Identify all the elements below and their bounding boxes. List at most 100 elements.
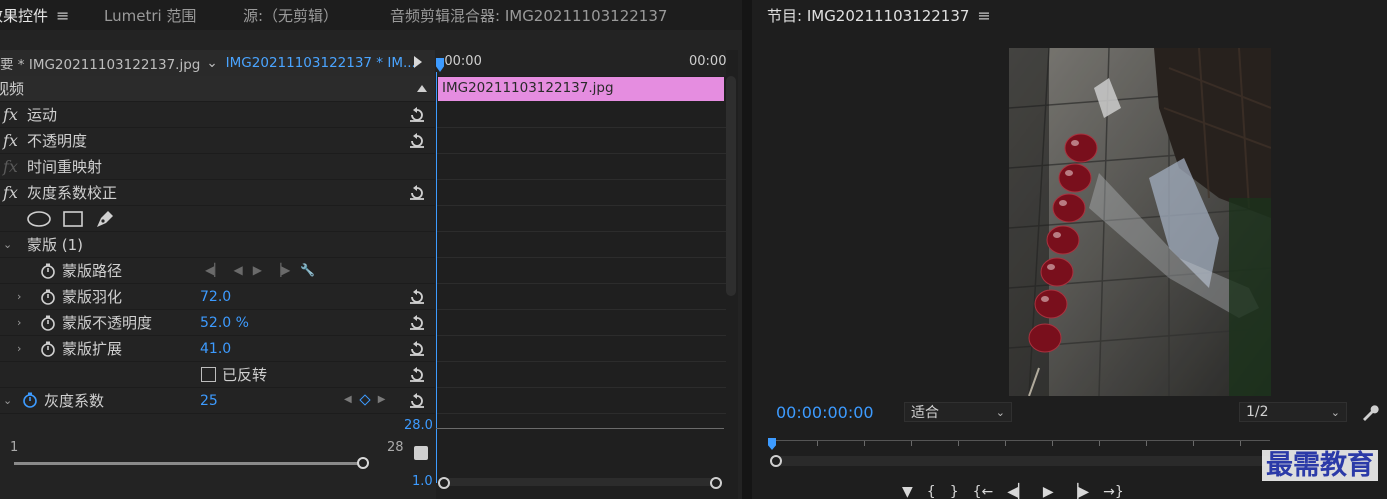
value-graph-line: [436, 428, 724, 429]
reset-icon[interactable]: [408, 340, 426, 357]
mark-in-icon[interactable]: {: [927, 484, 936, 499]
sequence-clip-label[interactable]: IMG20211103122137 * IM...: [226, 55, 416, 71]
tab-effect-controls[interactable]: 效果控件≡: [0, 5, 69, 26]
track-backward-one-icon[interactable]: ◀▏: [205, 263, 223, 277]
stopwatch-icon[interactable]: [40, 263, 56, 279]
reset-icon[interactable]: [408, 132, 426, 149]
gamma-slider-track[interactable]: [14, 462, 366, 465]
chevron-down-icon[interactable]: ⌄: [206, 55, 217, 71]
transport-controls: ▼ { } {← ◀▏ ▶ ▕▶ →}: [902, 484, 1124, 499]
play-triangle-icon[interactable]: [414, 56, 422, 68]
inverted-checkbox[interactable]: [201, 367, 216, 382]
fx-icon[interactable]: fx: [3, 183, 18, 202]
watermark-logo: 最需教育: [1262, 450, 1378, 482]
mask-group-row[interactable]: ⌄ 蒙版 (1): [0, 232, 435, 258]
zoom-handle-left[interactable]: [438, 477, 450, 489]
fx-icon[interactable]: fx: [3, 131, 18, 150]
play-icon[interactable]: ▶: [1043, 484, 1054, 499]
mask-expand-value[interactable]: 41.0: [200, 341, 231, 357]
program-zoom-handle[interactable]: [770, 455, 782, 467]
add-marker-icon[interactable]: ▼: [902, 484, 913, 499]
add-keyframe-icon[interactable]: [359, 393, 371, 406]
step-back-icon[interactable]: ◀▏: [1007, 484, 1029, 499]
chevron-down-icon[interactable]: ⌄: [3, 238, 12, 251]
reset-icon[interactable]: [408, 106, 426, 123]
reset-icon[interactable]: [408, 288, 426, 305]
reset-icon[interactable]: [408, 314, 426, 331]
rectangle-mask-icon[interactable]: [62, 210, 84, 228]
chevron-right-icon[interactable]: ›: [17, 316, 21, 329]
gamma-param-value[interactable]: 25: [200, 393, 218, 409]
program-title: 节目: IMG20211103122137 ≡: [767, 6, 991, 25]
program-playhead-icon[interactable]: [768, 438, 776, 450]
track-backward-icon[interactable]: ◀: [233, 263, 242, 277]
timeline-horizontal-scrollbar[interactable]: [438, 478, 718, 486]
effect-row-gamma[interactable]: fx 灰度系数校正: [0, 180, 435, 206]
step-forward-icon[interactable]: ▕▶: [1068, 484, 1090, 499]
mask-feather-value[interactable]: 72.0: [200, 289, 231, 305]
track-forward-one-icon[interactable]: ▕▶: [272, 263, 290, 277]
effect-label: 不透明度: [27, 132, 88, 150]
timeline-end-timecode: 00:00: [689, 54, 727, 69]
ellipse-mask-icon[interactable]: [26, 211, 52, 227]
reset-icon[interactable]: [408, 366, 426, 383]
gamma-slider-knob[interactable]: [357, 457, 369, 469]
pen-mask-icon[interactable]: [94, 209, 116, 229]
gamma-param-row[interactable]: ⌄ 灰度系数 25 ◀ ▶: [0, 388, 435, 414]
stopwatch-icon[interactable]: [40, 341, 56, 357]
timeline-clip[interactable]: IMG20211103122137.jpg: [438, 77, 724, 101]
timeline-row-separator: [436, 127, 726, 128]
slider-min-label: 1: [10, 440, 19, 455]
effect-row-motion[interactable]: fx 运动: [0, 102, 435, 128]
reset-icon[interactable]: [408, 392, 426, 409]
stopwatch-icon[interactable]: [40, 315, 56, 331]
program-zoom-scrollbar[interactable]: [772, 456, 1272, 466]
mask-feather-row[interactable]: › 蒙版羽化 72.0: [0, 284, 435, 310]
effect-row-time-remap[interactable]: fx 时间重映射: [0, 154, 435, 180]
timeline-row-separator: [436, 361, 726, 362]
resolution-dropdown[interactable]: 1/2 ⌄: [1239, 402, 1347, 422]
fx-icon[interactable]: fx: [3, 105, 18, 124]
program-monitor: 节目: IMG20211103122137 ≡ 00:00:00:00 适合 ⌄…: [752, 0, 1387, 499]
mask-path-row[interactable]: 蒙版路径 ◀▏ ◀ ▶ ▕▶ 🔧: [0, 258, 435, 284]
mask-expand-row[interactable]: › 蒙版扩展 41.0: [0, 336, 435, 362]
chevron-down-icon[interactable]: ⌄: [3, 394, 12, 407]
next-keyframe-icon[interactable]: ▶: [378, 394, 386, 405]
mask-opacity-value[interactable]: 52.0 %: [200, 315, 249, 331]
panel-menu-icon[interactable]: ≡: [56, 6, 69, 25]
panel-divider[interactable]: [742, 0, 752, 499]
zoom-handle-right[interactable]: [710, 477, 722, 489]
fit-dropdown[interactable]: 适合 ⌄: [904, 402, 1012, 422]
master-clip-label[interactable]: 要 * IMG20211103122137.jpg: [0, 53, 200, 73]
previous-keyframe-icon[interactable]: ◀: [344, 394, 352, 405]
inverted-label: 已反转: [222, 366, 268, 384]
slider-max-label: 28: [387, 440, 404, 455]
tab-audio-clip-mixer[interactable]: 音频剪辑混合器: IMG20211103122137: [390, 5, 667, 26]
timeline-vertical-scrollbar[interactable]: [726, 76, 736, 296]
timeline-row-separator: [436, 153, 726, 154]
program-timecode[interactable]: 00:00:00:00: [776, 403, 874, 422]
tab-lumetri-scopes[interactable]: Lumetri 范围: [104, 5, 196, 26]
wrench-icon[interactable]: 🔧: [300, 263, 315, 277]
go-to-out-icon[interactable]: →}: [1103, 484, 1124, 499]
mask-opacity-row[interactable]: › 蒙版不透明度 52.0 %: [0, 310, 435, 336]
panel-menu-icon[interactable]: ≡: [977, 6, 990, 25]
settings-wrench-icon[interactable]: [1360, 402, 1380, 422]
tab-source[interactable]: 源:（无剪辑）: [243, 5, 338, 26]
video-preview[interactable]: [1009, 48, 1271, 396]
value-stepper-icon[interactable]: [414, 446, 428, 460]
chevron-right-icon[interactable]: ›: [17, 290, 21, 303]
stopwatch-icon[interactable]: [40, 289, 56, 305]
track-forward-icon[interactable]: ▶: [253, 263, 262, 277]
chevron-right-icon[interactable]: ›: [17, 342, 21, 355]
stopwatch-active-icon[interactable]: [22, 392, 38, 408]
reset-icon[interactable]: [408, 184, 426, 201]
scroll-up-icon[interactable]: [417, 85, 427, 92]
timeline-ruler[interactable]: :00:00 00:00: [436, 50, 726, 76]
video-frame-image: [1009, 48, 1271, 396]
effect-row-opacity[interactable]: fx 不透明度: [0, 128, 435, 154]
mask-expand-label: 蒙版扩展: [62, 340, 123, 358]
mark-out-icon[interactable]: }: [950, 484, 959, 499]
fx-icon[interactable]: fx: [3, 157, 18, 176]
go-to-in-icon[interactable]: {←: [973, 484, 994, 499]
